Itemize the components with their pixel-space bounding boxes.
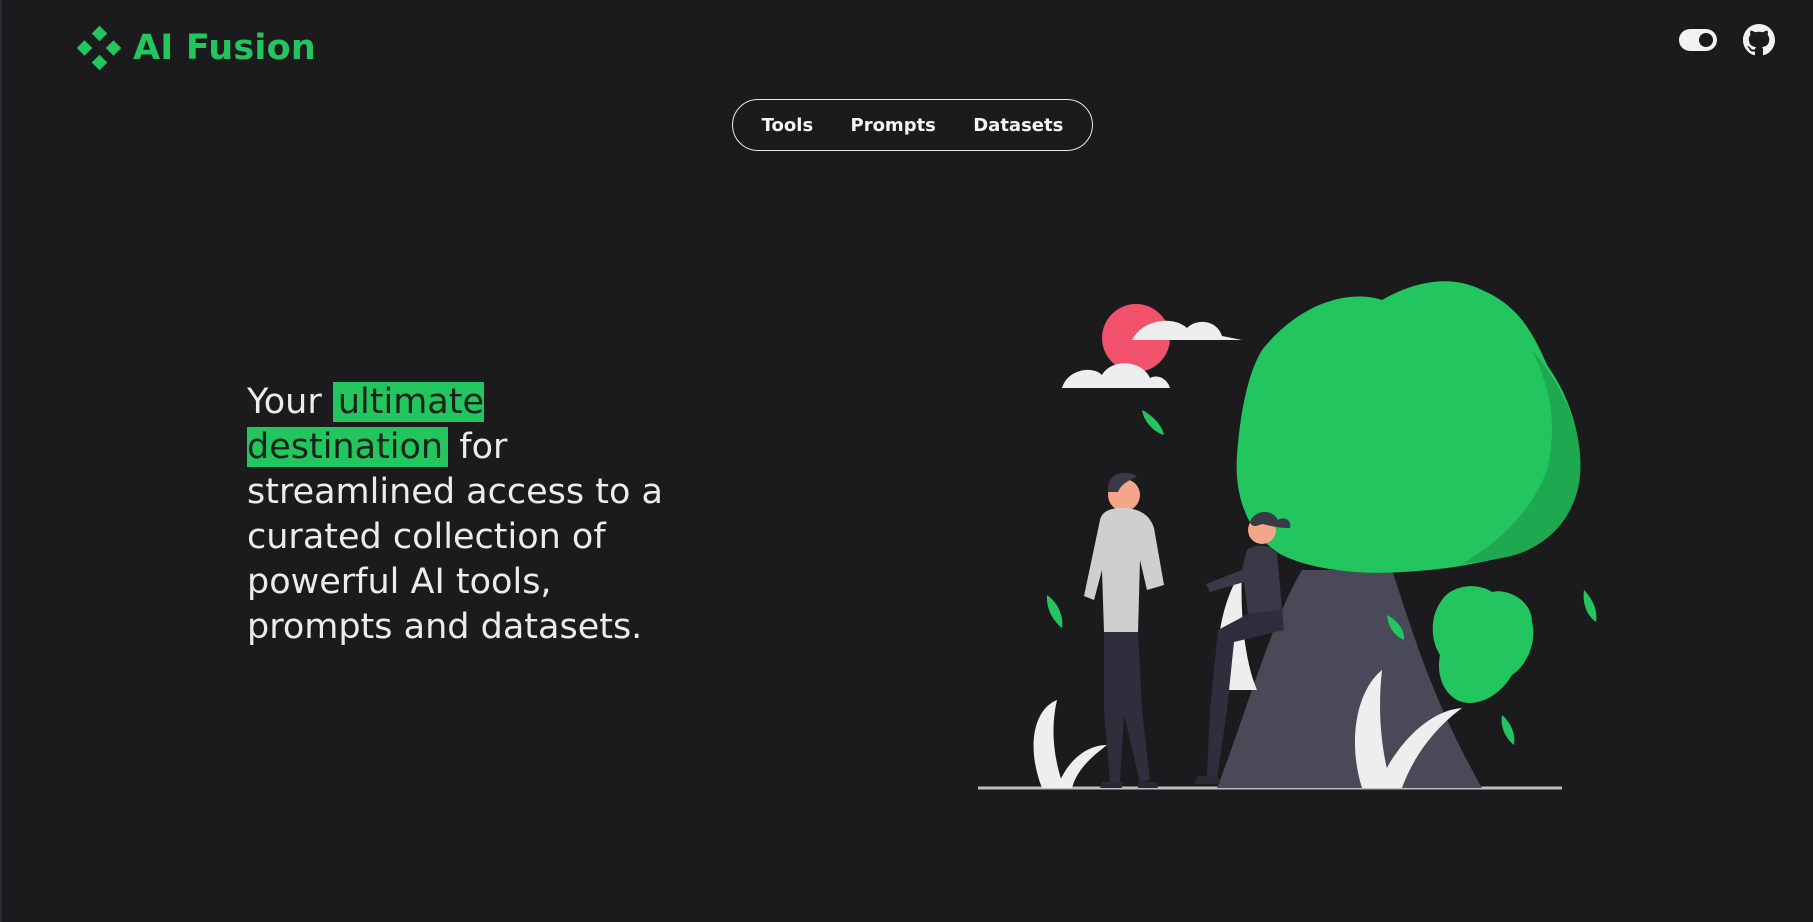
hero-text: Your ultimate destination for streamline…: [247, 380, 687, 650]
brand-name: AI Fusion: [133, 28, 316, 68]
woman-shoes: [1194, 776, 1220, 784]
man-legs: [1104, 632, 1150, 782]
theme-toggle-icon[interactable]: [1679, 29, 1717, 51]
white-grass: [1057, 745, 1107, 788]
woman-torso: [1206, 545, 1282, 614]
header-actions: [1679, 24, 1775, 56]
cloud-shape: [1062, 363, 1170, 388]
github-icon[interactable]: [1743, 24, 1775, 56]
nav-prompts[interactable]: Prompts: [841, 109, 946, 142]
toggle-knob: [1699, 33, 1713, 47]
brand-logo[interactable]: AI Fusion: [77, 26, 316, 70]
leaf-shape: [1501, 715, 1515, 745]
leaf-shape: [1583, 590, 1597, 622]
small-bush: [1432, 586, 1534, 703]
page: AI Fusion Tools Prompts Datasets Your ul…: [0, 0, 1813, 922]
nav-datasets[interactable]: Datasets: [963, 109, 1073, 142]
leaf-shape: [1142, 410, 1164, 435]
hero-text-before: Your: [247, 382, 322, 422]
leaf-shape: [1046, 595, 1063, 628]
main-nav: Tools Prompts Datasets: [732, 99, 1093, 151]
illustration-svg: [978, 281, 1597, 790]
couple-under-tree-illustration: [972, 270, 1612, 810]
nav-tools[interactable]: Tools: [752, 109, 824, 142]
man-torso: [1084, 507, 1164, 632]
four-diamond-logo-icon: [77, 26, 121, 70]
white-grass: [1033, 700, 1064, 788]
